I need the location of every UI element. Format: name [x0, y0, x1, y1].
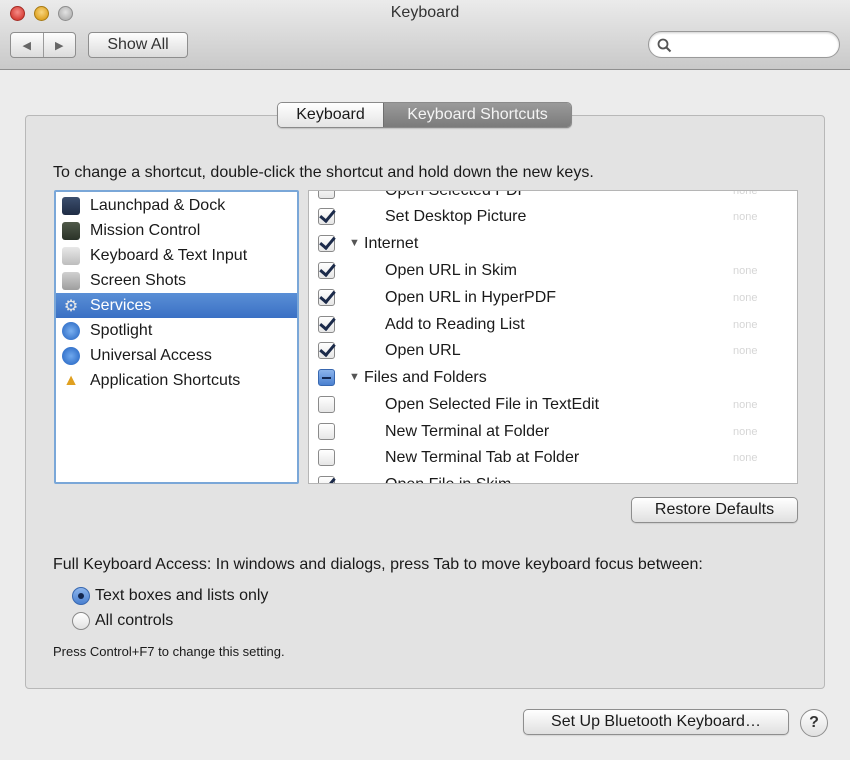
shortcut-row[interactable]: Open Selected File in TextEdit none [309, 391, 797, 418]
window-title: Keyboard [390, 4, 460, 21]
category-label: Application Shortcuts [90, 371, 241, 389]
shortcut-checkbox[interactable] [318, 191, 335, 199]
gear-icon: ⚙ [63, 297, 79, 315]
tab-keyboard[interactable]: Keyboard [278, 103, 383, 127]
shortcut-checkbox[interactable] [318, 342, 335, 359]
universal-access-icon [62, 346, 80, 365]
shortcut-row[interactable]: New Terminal Tab at Folder none [309, 444, 797, 471]
shortcut-label: Open File in Skim [385, 475, 512, 484]
show-all-button[interactable]: Show All [88, 32, 188, 58]
restore-defaults-button[interactable]: Restore Defaults [631, 497, 798, 523]
forward-button[interactable]: ▶ [42, 33, 76, 57]
shortcut-group-row[interactable]: ▼ Files and Folders [309, 364, 797, 391]
screen-shots-icon [62, 271, 80, 290]
radio-text-boxes[interactable] [72, 587, 90, 605]
shortcut-label: Set Desktop Picture [385, 207, 527, 225]
shortcut-row[interactable]: New Terminal at Folder none [309, 418, 797, 445]
shortcut-label: Open Selected File in TextEdit [385, 395, 600, 413]
shortcut-row[interactable]: Open Selected PDF none [309, 190, 797, 204]
category-spotlight[interactable]: Spotlight [56, 318, 297, 343]
disclosure-triangle-icon[interactable]: ▼ [349, 371, 360, 383]
shortcut-checkbox[interactable] [318, 289, 335, 306]
shortcut-checkbox[interactable] [318, 208, 335, 225]
category-label: Universal Access [90, 346, 212, 364]
group-label: Files and Folders [364, 368, 487, 386]
shortcut-key[interactable]: none [733, 452, 757, 464]
shortcut-key[interactable]: none [733, 399, 757, 411]
full-keyboard-access-label: Full Keyboard Access: In windows and dia… [53, 556, 703, 573]
shortcut-list[interactable]: Open Selected PDF none Set Desktop Pictu… [308, 190, 798, 484]
keyboard-text-icon [62, 246, 80, 265]
chevron-right-icon: ▶ [55, 39, 64, 52]
shortcut-key[interactable]: none [733, 265, 757, 277]
title-bar: Keyboard ◀ ▶ Show All [0, 0, 850, 70]
help-icon: ? [809, 714, 819, 731]
group-checkbox[interactable] [318, 369, 335, 386]
hint-text: Press Control+F7 to change this setting. [53, 644, 285, 659]
search-icon [657, 38, 672, 53]
shortcut-key[interactable]: none [733, 211, 757, 223]
category-label: Launchpad & Dock [90, 196, 226, 214]
category-universal-access[interactable]: Universal Access [56, 343, 297, 368]
category-label: Mission Control [90, 221, 201, 239]
shortcut-label: Open URL [385, 341, 461, 359]
shortcut-row[interactable]: Add to Reading List none [309, 311, 797, 338]
shortcut-group-row[interactable]: ▼ Internet [309, 230, 797, 257]
category-label: Screen Shots [90, 271, 187, 289]
category-mission-control[interactable]: Mission Control [56, 218, 297, 243]
shortcut-row[interactable]: Set Desktop Picture none [309, 203, 797, 230]
shortcut-label: New Terminal Tab at Folder [385, 448, 580, 466]
shortcut-row[interactable]: Open File in Skim [309, 471, 797, 484]
group-label: Internet [364, 234, 419, 252]
category-label: Spotlight [90, 321, 153, 339]
chevron-left-icon: ◀ [22, 39, 31, 52]
shortcut-key[interactable]: none [733, 345, 757, 357]
back-button[interactable]: ◀ [11, 33, 43, 57]
tab-bar: Keyboard Keyboard Shortcuts [277, 102, 572, 128]
spotlight-icon [62, 321, 80, 340]
split-divider[interactable] [299, 336, 308, 344]
shortcut-checkbox[interactable] [318, 262, 335, 279]
instruction-text: To change a shortcut, double-click the s… [53, 164, 594, 181]
shortcut-label: Open URL in Skim [385, 261, 517, 279]
shortcut-row[interactable]: Open URL none [309, 337, 797, 364]
category-list[interactable]: Launchpad & Dock Mission Control Keyboar… [54, 190, 299, 484]
shortcut-label: Open Selected PDF [385, 190, 528, 199]
shortcut-label: Add to Reading List [385, 315, 525, 333]
bluetooth-keyboard-button[interactable]: Set Up Bluetooth Keyboard… [523, 709, 789, 735]
category-keyboard-text-input[interactable]: Keyboard & Text Input [56, 243, 297, 268]
shortcut-checkbox[interactable] [318, 423, 335, 440]
shortcut-row[interactable]: Open URL in HyperPDF none [309, 284, 797, 311]
launchpad-dock-icon [62, 196, 80, 215]
category-label: Services [90, 296, 152, 314]
shortcut-row[interactable]: Open URL in Skim none [309, 257, 797, 284]
category-label: Keyboard & Text Input [90, 246, 248, 264]
radio-all-controls-label[interactable]: All controls [95, 612, 173, 630]
category-services[interactable]: ⚙ Services [56, 293, 297, 318]
shortcut-label: Open URL in HyperPDF [385, 288, 557, 306]
radio-all-controls[interactable] [72, 612, 90, 630]
shortcut-checkbox[interactable] [318, 476, 335, 483]
tab-keyboard-shortcuts[interactable]: Keyboard Shortcuts [383, 103, 571, 127]
shortcut-key[interactable]: none [733, 292, 757, 304]
category-launchpad-dock[interactable]: Launchpad & Dock [56, 193, 297, 218]
shortcut-checkbox[interactable] [318, 316, 335, 333]
radio-text-boxes-label[interactable]: Text boxes and lists only [95, 587, 268, 605]
shortcut-key[interactable]: none [733, 191, 757, 197]
shortcut-label: New Terminal at Folder [385, 422, 550, 440]
help-button[interactable]: ? [800, 709, 828, 737]
group-checkbox[interactable] [318, 235, 335, 252]
shortcut-key[interactable]: none [733, 319, 757, 331]
category-application-shortcuts[interactable]: ▲ Application Shortcuts [56, 368, 297, 393]
shortcut-checkbox[interactable] [318, 449, 335, 466]
search-input[interactable] [648, 31, 840, 58]
shortcut-checkbox[interactable] [318, 396, 335, 413]
mission-control-icon [62, 221, 80, 240]
back-forward-control: ◀ ▶ [10, 32, 76, 58]
category-screen-shots[interactable]: Screen Shots [56, 268, 297, 293]
disclosure-triangle-icon[interactable]: ▼ [349, 237, 360, 249]
shortcut-key[interactable]: none [733, 426, 757, 438]
application-shortcuts-icon: ▲ [63, 371, 79, 389]
